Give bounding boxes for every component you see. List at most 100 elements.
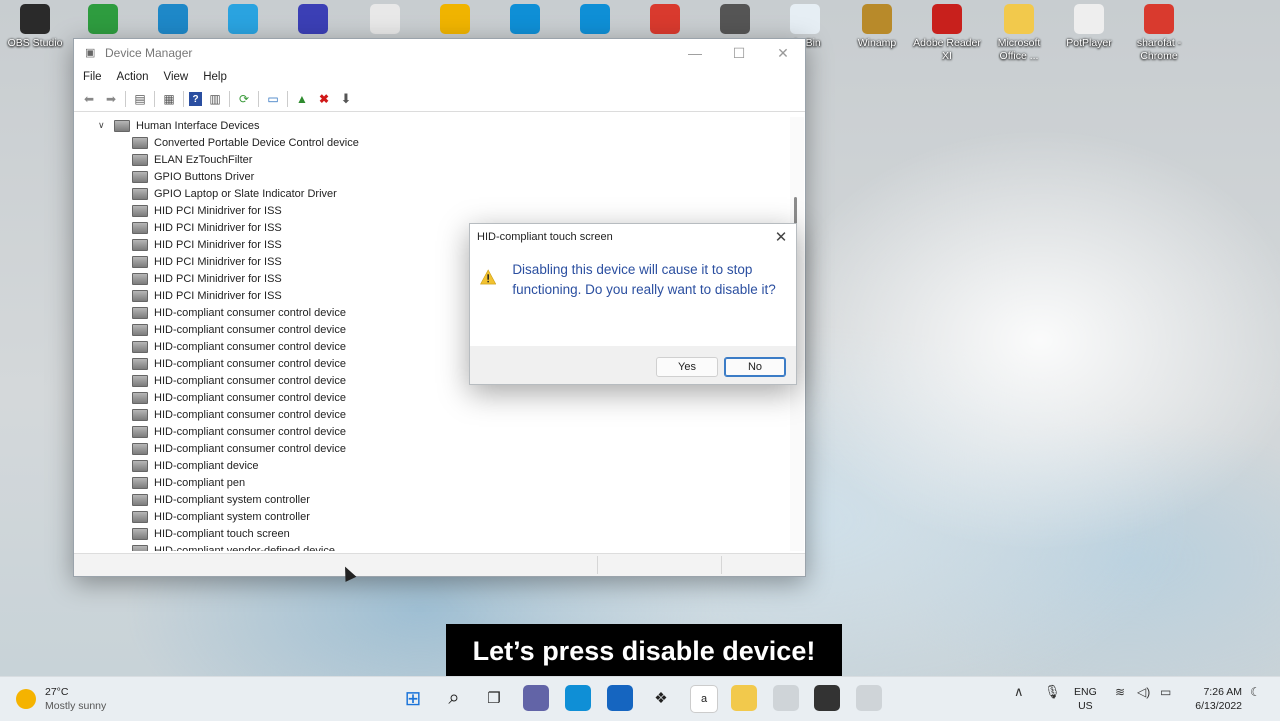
toolbar: ⬅ ➡ ▤ ▦ ? ▥ ⟳ ▭ ▲ ✖ ⬇ [74, 87, 805, 112]
task-view-icon[interactable]: ❐ [481, 685, 507, 711]
confirm-disable-dialog: HID-compliant touch screen ✕ Disabling t… [469, 223, 797, 385]
desktop-shortcut[interactable] [490, 2, 560, 37]
desktop-shortcut[interactable]: Winamp [842, 2, 912, 50]
properties-icon[interactable]: ▦ [160, 90, 178, 108]
weather-widget[interactable]: 27°C Mostly sunny [16, 685, 106, 713]
device-label: HID-compliant consumer control device [154, 442, 346, 455]
microphone-icon[interactable]: 🎙 [1044, 685, 1061, 699]
chevron-down-icon[interactable]: ∨ [98, 120, 110, 131]
desktop-shortcut[interactable]: Microsoft Office ... [984, 2, 1054, 63]
window-title: Device Manager [105, 46, 193, 60]
search-icon[interactable]: ⌕ [441, 685, 467, 711]
status-segment [721, 556, 722, 574]
device-list-item[interactable]: HID PCI Minidriver for ISS [74, 202, 790, 219]
save-disk-icon [298, 4, 328, 34]
device-list-item[interactable]: HID-compliant system controller [74, 508, 790, 525]
volume-icon[interactable]: ◁) [1137, 685, 1150, 699]
dialog-message: Disabling this device will cause it to s… [512, 262, 776, 297]
menu-help[interactable]: Help [203, 71, 227, 83]
device-list-item[interactable]: HID-compliant consumer control device [74, 389, 790, 406]
device-list-item[interactable]: GPIO Buttons Driver [74, 168, 790, 185]
maximize-button[interactable]: ☐ [717, 39, 761, 67]
chrome-icon[interactable] [814, 685, 840, 711]
device-list-item[interactable]: HID-compliant system controller [74, 491, 790, 508]
device-list-item[interactable]: ELAN EzTouchFilter [74, 151, 790, 168]
no-button[interactable]: No [724, 357, 786, 377]
desktop-shortcut[interactable] [138, 2, 208, 37]
desktop-shortcut[interactable]: OBS Studio [0, 2, 70, 50]
device-list-item[interactable]: HID-compliant touch screen [74, 525, 790, 542]
device-manager-icon[interactable] [856, 685, 882, 711]
minimize-button[interactable]: — [673, 39, 717, 67]
device-label: HID-compliant consumer control device [154, 323, 346, 336]
device-label: HID-compliant consumer control device [154, 391, 346, 404]
desktop-shortcut[interactable] [208, 2, 278, 37]
device-label: HID PCI Minidriver for ISS [154, 204, 282, 217]
desktop-shortcut[interactable]: Adobe Reader XI [912, 2, 982, 63]
hid-device-icon [132, 425, 148, 438]
device-list-item[interactable]: HID-compliant consumer control device [74, 440, 790, 457]
language-indicator[interactable]: ENG US [1074, 685, 1097, 713]
scan-hardware-icon[interactable]: ⟳ [235, 90, 253, 108]
forward-arrow-icon[interactable]: ➡ [102, 90, 120, 108]
device-list-item[interactable]: HID-compliant pen [74, 474, 790, 491]
amazon-icon[interactable]: a [690, 685, 718, 713]
device-manager-icon[interactable] [773, 685, 799, 711]
mail-icon[interactable] [607, 685, 633, 711]
desktop-shortcut[interactable] [700, 2, 770, 37]
device-list-item[interactable]: Converted Portable Device Control device [74, 134, 790, 151]
dialog-close-button[interactable]: ✕ [766, 228, 796, 246]
device-list-item[interactable]: HID-compliant consumer control device [74, 406, 790, 423]
device-list-item[interactable]: GPIO Laptop or Slate Indicator Driver [74, 185, 790, 202]
desktop-shortcut[interactable]: sharofat - Chrome [1124, 2, 1194, 63]
disable-device-icon[interactable]: ⬇ [337, 90, 355, 108]
back-arrow-icon[interactable]: ⬅ [80, 90, 98, 108]
device-label: HID-compliant pen [154, 476, 246, 489]
help-icon[interactable]: ? [189, 92, 202, 106]
hid-device-icon [132, 255, 148, 268]
yes-button[interactable]: Yes [656, 357, 718, 377]
teams-chat-icon[interactable] [523, 685, 549, 711]
desktop-shortcut[interactable] [560, 2, 630, 37]
update-driver-icon[interactable]: ▲ [293, 90, 311, 108]
desktop-shortcut[interactable]: PotPlayer [1054, 2, 1124, 50]
notifications-icon[interactable]: ☾ [1250, 685, 1261, 699]
windows-start-icon[interactable]: ⊞ [400, 685, 426, 711]
device-label: HID-compliant consumer control device [154, 408, 346, 421]
file-explorer-icon[interactable] [731, 685, 757, 711]
desktop-shortcut[interactable] [278, 2, 348, 37]
hid-device-icon [132, 459, 148, 472]
device-list-item[interactable]: HID-compliant vendor-defined device [74, 542, 790, 551]
edge-icon[interactable] [565, 685, 591, 711]
wifi-icon[interactable]: ≋ [1115, 685, 1125, 699]
toolbar-separator [125, 91, 126, 107]
hid-device-icon [132, 221, 148, 234]
device-label: HID-compliant consumer control device [154, 340, 346, 353]
action-pane-icon[interactable]: ▥ [206, 90, 224, 108]
hid-category-icon [114, 119, 130, 132]
menu-file[interactable]: File [83, 71, 102, 83]
menu-view[interactable]: View [164, 71, 189, 83]
desktop-shortcut[interactable] [420, 2, 490, 37]
desktop-shortcut[interactable] [68, 2, 138, 37]
dropbox-icon[interactable]: ❖ [648, 685, 674, 711]
device-list-item[interactable]: HID-compliant device [74, 457, 790, 474]
close-button[interactable]: ✕ [761, 39, 805, 67]
show-hidden-icons-chevron-up-icon[interactable]: ∧ [1014, 685, 1024, 699]
video-caption: Let’s press disable device! [446, 624, 842, 678]
uninstall-device-icon[interactable]: ✖ [315, 90, 333, 108]
clock[interactable]: 7:26 AM 6/13/2022 [1188, 685, 1242, 713]
monitor-icon[interactable]: ▭ [264, 90, 282, 108]
desktop-shortcut[interactable] [630, 2, 700, 37]
hid-device-icon [132, 374, 148, 387]
device-list-item[interactable]: HID-compliant consumer control device [74, 423, 790, 440]
status-segment [597, 556, 598, 574]
desktop-shortcut[interactable] [350, 2, 420, 37]
device-label: HID-compliant vendor-defined device [154, 544, 335, 552]
show-hide-console-tree-icon[interactable]: ▤ [131, 90, 149, 108]
category-human-interface-devices[interactable]: ∨ Human Interface Devices [74, 117, 790, 134]
menu-action[interactable]: Action [117, 71, 149, 83]
hid-device-icon [132, 493, 148, 506]
device-label: GPIO Buttons Driver [154, 170, 255, 183]
battery-icon[interactable]: ▭ [1160, 685, 1171, 699]
